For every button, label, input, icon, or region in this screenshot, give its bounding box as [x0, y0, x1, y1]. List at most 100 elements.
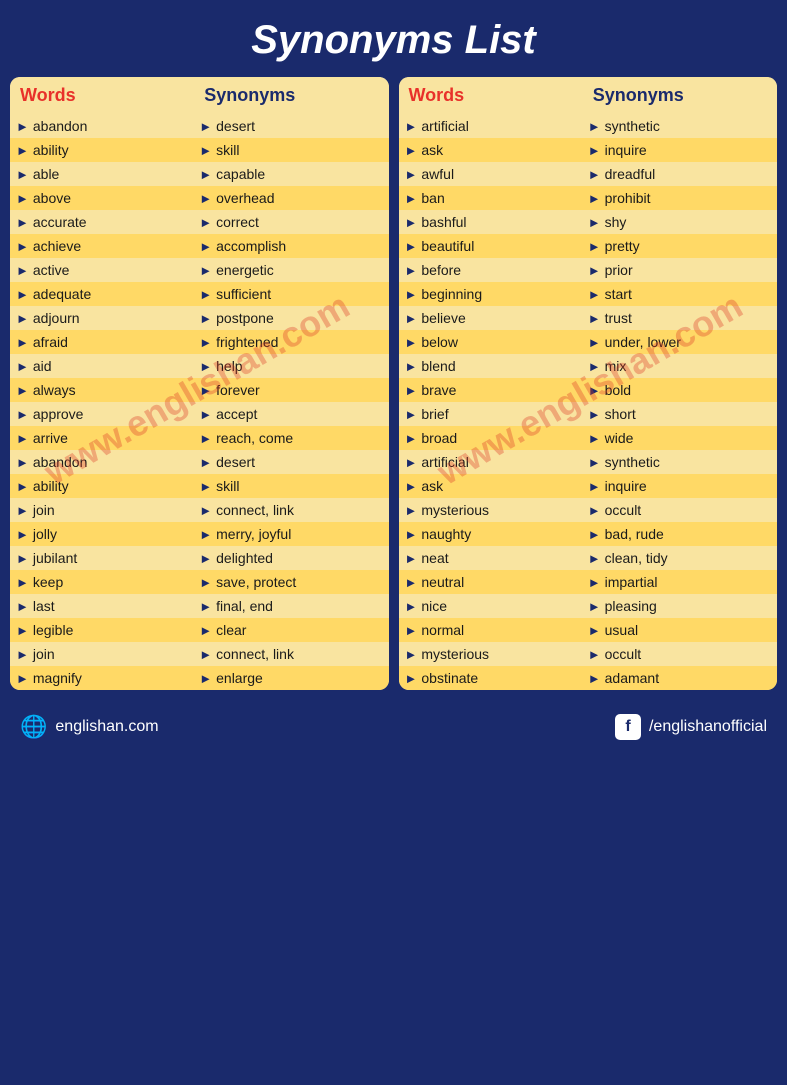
table-row: ► obstinate ► adamant [399, 666, 778, 690]
arrow-icon: ► [199, 119, 212, 134]
word-text: afraid [33, 334, 68, 350]
table-row: ► nice ► pleasing [399, 594, 778, 618]
table-row: ► above ► overhead [10, 186, 389, 210]
arrow-icon: ► [199, 623, 212, 638]
syn-cell: ► occult [588, 502, 771, 518]
word-cell: ► obstinate [405, 670, 588, 686]
page-title: Synonyms List [0, 0, 787, 77]
word-text: join [33, 502, 55, 518]
syn-text: usual [605, 622, 638, 638]
arrow-icon: ► [588, 527, 601, 542]
word-text: ask [421, 478, 443, 494]
table-row: ► accurate ► correct [10, 210, 389, 234]
arrow-icon: ► [16, 191, 29, 206]
word-cell: ► above [16, 190, 199, 206]
syn-text: sufficient [216, 286, 271, 302]
word-cell: ► ability [16, 478, 199, 494]
syn-text: accomplish [216, 238, 286, 254]
word-text: adequate [33, 286, 91, 302]
arrow-icon: ► [405, 503, 418, 518]
syn-text: clean, tidy [605, 550, 668, 566]
table-row: ► aid ► help [10, 354, 389, 378]
table-row: ► brave ► bold [399, 378, 778, 402]
word-cell: ► last [16, 598, 199, 614]
word-cell: ► able [16, 166, 199, 182]
table-row: ► last ► final, end [10, 594, 389, 618]
word-text: artificial [421, 454, 468, 470]
syn-cell: ► delighted [199, 550, 382, 566]
word-text: adjourn [33, 310, 80, 326]
syn-cell: ► skill [199, 142, 382, 158]
word-text: bashful [421, 214, 466, 230]
arrow-icon: ► [16, 623, 29, 638]
word-text: artificial [421, 118, 468, 134]
word-text: last [33, 598, 55, 614]
left-syn-header: Synonyms [194, 85, 378, 106]
arrow-icon: ► [199, 383, 212, 398]
table-row: ► approve ► accept [10, 402, 389, 426]
table-row: ► abandon ► desert [10, 450, 389, 474]
arrow-icon: ► [16, 263, 29, 278]
arrow-icon: ► [16, 455, 29, 470]
syn-cell: ► reach, come [199, 430, 382, 446]
arrow-icon: ► [405, 671, 418, 686]
arrow-icon: ► [16, 527, 29, 542]
arrow-icon: ► [588, 239, 601, 254]
word-cell: ► jubilant [16, 550, 199, 566]
arrow-icon: ► [588, 287, 601, 302]
arrow-icon: ► [16, 575, 29, 590]
arrow-icon: ► [199, 599, 212, 614]
word-text: jolly [33, 526, 57, 542]
table-row: ► beginning ► start [399, 282, 778, 306]
word-text: always [33, 382, 76, 398]
syn-cell: ► bold [588, 382, 771, 398]
word-text: obstinate [421, 670, 478, 686]
left-table: Words Synonyms ► abandon ► desert ► abil… [10, 77, 389, 690]
word-text: broad [421, 430, 457, 446]
arrow-icon: ► [588, 623, 601, 638]
arrow-icon: ► [16, 311, 29, 326]
word-text: ability [33, 478, 69, 494]
table-row: ► ability ► skill [10, 474, 389, 498]
syn-cell: ► connect, link [199, 502, 382, 518]
syn-text: pleasing [605, 598, 657, 614]
word-cell: ► brief [405, 406, 588, 422]
syn-cell: ► clear [199, 622, 382, 638]
arrow-icon: ► [16, 143, 29, 158]
arrow-icon: ► [588, 359, 601, 374]
syn-cell: ► wide [588, 430, 771, 446]
word-text: naughty [421, 526, 471, 542]
arrow-icon: ► [588, 119, 601, 134]
word-cell: ► jolly [16, 526, 199, 542]
table-row: ► adequate ► sufficient [10, 282, 389, 306]
arrow-icon: ► [199, 263, 212, 278]
syn-cell: ► inquire [588, 142, 771, 158]
syn-text: capable [216, 166, 265, 182]
word-cell: ► abandon [16, 454, 199, 470]
syn-text: prior [605, 262, 633, 278]
word-text: below [421, 334, 458, 350]
website-label: englishan.com [55, 718, 158, 736]
table-row: ► afraid ► frightened [10, 330, 389, 354]
syn-cell: ► prohibit [588, 190, 771, 206]
word-cell: ► neat [405, 550, 588, 566]
left-word-header: Words [20, 85, 194, 106]
arrow-icon: ► [16, 551, 29, 566]
word-text: magnify [33, 670, 82, 686]
syn-text: impartial [605, 574, 658, 590]
syn-text: under, lower [605, 334, 681, 350]
word-text: jubilant [33, 550, 77, 566]
table-row: ► able ► capable [10, 162, 389, 186]
syn-cell: ► synthetic [588, 454, 771, 470]
arrow-icon: ► [405, 527, 418, 542]
arrow-icon: ► [199, 215, 212, 230]
syn-cell: ► dreadful [588, 166, 771, 182]
word-text: before [421, 262, 461, 278]
arrow-icon: ► [405, 167, 418, 182]
syn-text: clear [216, 622, 246, 638]
left-table-body: ► abandon ► desert ► ability ► skill [10, 114, 389, 690]
word-text: join [33, 646, 55, 662]
syn-cell: ► skill [199, 478, 382, 494]
syn-text: skill [216, 142, 239, 158]
table-row: ► ask ► inquire [399, 138, 778, 162]
